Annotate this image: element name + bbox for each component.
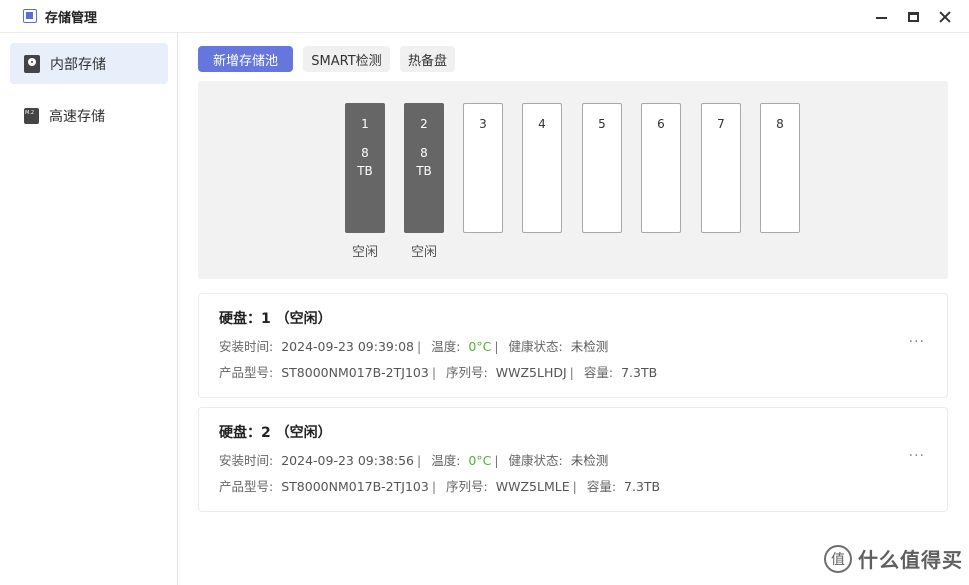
m2-ssd-icon [24,107,39,124]
disk-info-line-1: 安装时间: 2024-09-23 09:39:08 | 温度: 0°C | 健康状态: 未… [219,336,608,355]
install-time-label: 安装时间: [219,339,274,354]
drive-bay-8[interactable]: 8 [760,103,800,233]
window-title: 存储管理 [45,10,98,26]
capacity-value: 7.3TB [624,479,661,494]
minimize-icon [875,16,887,19]
disk-info-line-1: 安装时间: 2024-09-23 09:38:56 | 温度: 0°C | 健康状态: 未… [219,450,608,469]
drive-bay-5[interactable]: 5 [582,103,622,233]
disk-card-2: 硬盘：2 （空闲） 安装时间: 2024-09-23 09:38:56 | 温度: 0… [198,407,948,512]
disk-title: 硬盘：1 （空闲） [219,311,332,327]
new-storage-pool-button[interactable]: 新增存储池 [198,46,293,72]
temperature-label: 温度: [431,339,461,354]
bay-unit: TB [357,164,373,178]
bay-status: 空闲 [351,245,378,260]
bay-number: 5 [598,117,606,131]
model-label: 产品型号: [219,365,274,380]
more-options-button[interactable]: ··· [909,448,925,464]
sidebar-item-label: 高速存储 [49,108,105,125]
install-time-value: 2024-09-23 09:39:08 [281,339,414,354]
close-button[interactable] [935,7,955,27]
window-controls [871,0,955,33]
hot-spare-button[interactable]: 热备盘 [400,46,455,72]
smart-check-button[interactable]: SMART检测 [303,46,390,72]
separator: | [431,365,437,380]
capacity-label: 容量: [583,365,614,380]
maximize-icon [907,11,919,22]
capacity-label: 容量: [586,479,617,494]
watermark-text: 什么值得买 [858,548,963,572]
model-value: ST8000NM017B-2TJ103 [281,479,429,494]
separator: | [416,339,422,354]
bay-number: 4 [538,117,546,131]
temperature-label: 温度: [431,453,461,468]
hdd-icon [24,54,40,73]
bay-number: 1 [361,117,369,131]
temperature-value: 0°C [468,339,492,354]
separator: | [416,453,422,468]
health-value: 未检测 [570,453,609,468]
separator: | [431,479,437,494]
bay-number: 3 [479,117,487,131]
minimize-button[interactable] [871,7,891,27]
storage-app-icon [23,9,37,23]
sidebar-item-fast-storage[interactable]: 高速存储 [10,95,168,136]
sidebar: 内部存储 高速存储 [0,33,178,585]
disk-info-line-2: 产品型号: ST8000NM017B-2TJ103 | 序列号: WWZ5LMLE | … [219,476,660,495]
more-options-button[interactable]: ··· [909,334,925,350]
drive-bay-4[interactable]: 4 [522,103,562,233]
drive-bay-3[interactable]: 3 [463,103,503,233]
bay-unit: TB [416,164,432,178]
install-time-value: 2024-09-23 09:38:56 [281,453,414,468]
disk-title: 硬盘：2 （空闲） [219,425,332,441]
bay-number: 7 [717,117,725,131]
watermark: 值 什么值得买 [824,544,963,573]
model-label: 产品型号: [219,479,274,494]
health-label: 健康状态: [508,453,563,468]
drive-bay-2[interactable]: 2 8 TB [404,103,444,233]
sidebar-item-internal-storage[interactable]: 内部存储 [10,43,168,84]
separator: | [569,365,574,380]
bay-size: 8 [420,146,428,160]
drive-bay-panel: 1 8 TB 空闲 2 8 TB 空闲 3 4 5 6 7 8 [198,81,948,279]
health-value: 未检测 [570,339,609,354]
sidebar-item-label: 内部存储 [50,56,106,73]
serial-value: WWZ5LMLE [495,479,570,494]
install-time-label: 安装时间: [219,453,274,468]
disk-info-line-2: 产品型号: ST8000NM017B-2TJ103 | 序列号: WWZ5LHDJ | … [219,362,657,381]
separator: | [494,453,499,468]
bay-number: 8 [776,117,784,131]
bay-status: 空闲 [410,245,437,260]
model-value: ST8000NM017B-2TJ103 [281,365,429,380]
title-bar: 存储管理 [0,0,969,33]
drive-bay-7[interactable]: 7 [701,103,741,233]
health-label: 健康状态: [508,339,563,354]
temperature-value: 0°C [468,453,492,468]
drive-bay-1[interactable]: 1 8 TB [345,103,385,233]
bay-number: 2 [420,117,428,131]
separator: | [572,479,577,494]
close-icon [939,11,951,23]
disk-card-1: 硬盘：1 （空闲） 安装时间: 2024-09-23 09:39:08 | 温度: 0… [198,293,948,398]
bay-size: 8 [361,146,369,160]
separator: | [494,339,499,354]
maximize-button[interactable] [903,7,923,27]
serial-label: 序列号: [446,479,488,494]
serial-value: WWZ5LHDJ [495,365,567,380]
serial-label: 序列号: [446,365,488,380]
bay-number: 6 [657,117,665,131]
drive-bay-6[interactable]: 6 [641,103,681,233]
capacity-value: 7.3TB [621,365,658,380]
watermark-logo-icon: 值 [824,544,852,573]
